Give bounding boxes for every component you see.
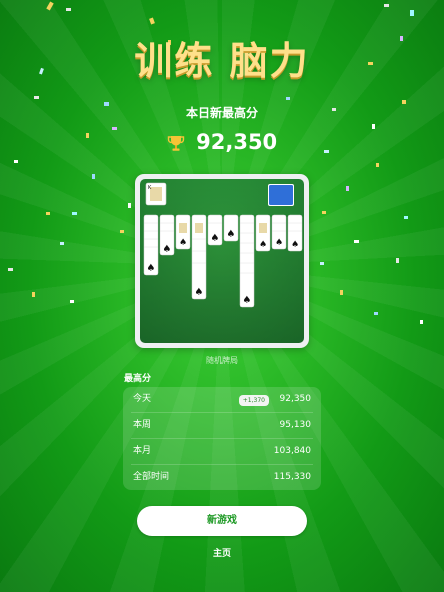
svg-text:♠: ♠	[163, 244, 172, 255]
best-scores-title: 最高分	[124, 374, 152, 384]
trophy-icon	[167, 133, 185, 157]
best-scores-card: 今天 +1,370 92,350 本周 95,130 本月 103,840 全部…	[123, 387, 321, 490]
svg-text:♠: ♠	[147, 263, 156, 274]
stock-pile[interactable]	[268, 184, 294, 206]
daily-best-score: 92,350	[0, 130, 444, 157]
tableau-column[interactable]: ♠	[239, 214, 255, 308]
svg-text:♠: ♠	[291, 240, 299, 250]
stat-row-month: 本月 103,840	[123, 439, 321, 464]
tableau-column[interactable]: ♠	[255, 214, 271, 252]
stat-label: 今天	[133, 394, 152, 404]
stat-row-all-time: 全部时间 115,330	[123, 465, 321, 490]
svg-text:♠: ♠	[179, 238, 187, 248]
svg-text:♠: ♠	[259, 240, 267, 250]
home-link[interactable]: 主页	[0, 546, 444, 559]
svg-text:♠: ♠	[227, 229, 236, 240]
page-title: 训练 脑力	[134, 39, 310, 83]
stat-value: 115,330	[273, 472, 311, 482]
svg-text:♠: ♠	[211, 233, 220, 244]
daily-best-label: 本日新最高分	[185, 106, 258, 120]
svg-text:♠: ♠	[243, 295, 252, 306]
board-caption: 随机牌局	[206, 356, 238, 365]
stat-label: 本月	[133, 446, 152, 456]
stat-label: 本周	[133, 420, 152, 430]
tableau-column[interactable]: ♠	[175, 214, 191, 250]
foundation-card: K	[145, 182, 167, 206]
new-game-button[interactable]: 新游戏	[137, 506, 307, 536]
solitaire-board-preview[interactable]: K ♠ ♠ ♠ ♠ ♠ ♠ ♠ ♠ ♠ ♠	[135, 174, 309, 348]
stat-value: 95,130	[279, 420, 312, 430]
tableau-column[interactable]: ♠	[143, 214, 159, 276]
svg-text:♠: ♠	[195, 287, 204, 298]
daily-best-score-value: 92,350	[196, 130, 278, 154]
stat-row-today: 今天 +1,370 92,350	[123, 387, 321, 412]
stat-value: 92,350	[279, 394, 312, 404]
tableau-column[interactable]: ♠	[287, 214, 303, 252]
tableau-column[interactable]: ♠	[207, 214, 223, 246]
board-cards: K ♠ ♠ ♠ ♠ ♠ ♠ ♠ ♠ ♠ ♠	[140, 179, 304, 343]
tableau-column[interactable]: ♠	[159, 214, 175, 256]
score-delta-badge: +1,370	[238, 395, 269, 406]
board-felt: K ♠ ♠ ♠ ♠ ♠ ♠ ♠ ♠ ♠ ♠	[140, 179, 304, 343]
tableau-column[interactable]: ♠	[223, 214, 239, 242]
tableau-column[interactable]: ♠	[191, 214, 207, 300]
stat-label: 全部时间	[133, 472, 170, 482]
stat-row-week: 本周 95,130	[123, 413, 321, 438]
stat-value: 103,840	[273, 446, 311, 456]
tableau-column[interactable]: ♠	[271, 214, 287, 250]
svg-text:♠: ♠	[275, 238, 283, 248]
